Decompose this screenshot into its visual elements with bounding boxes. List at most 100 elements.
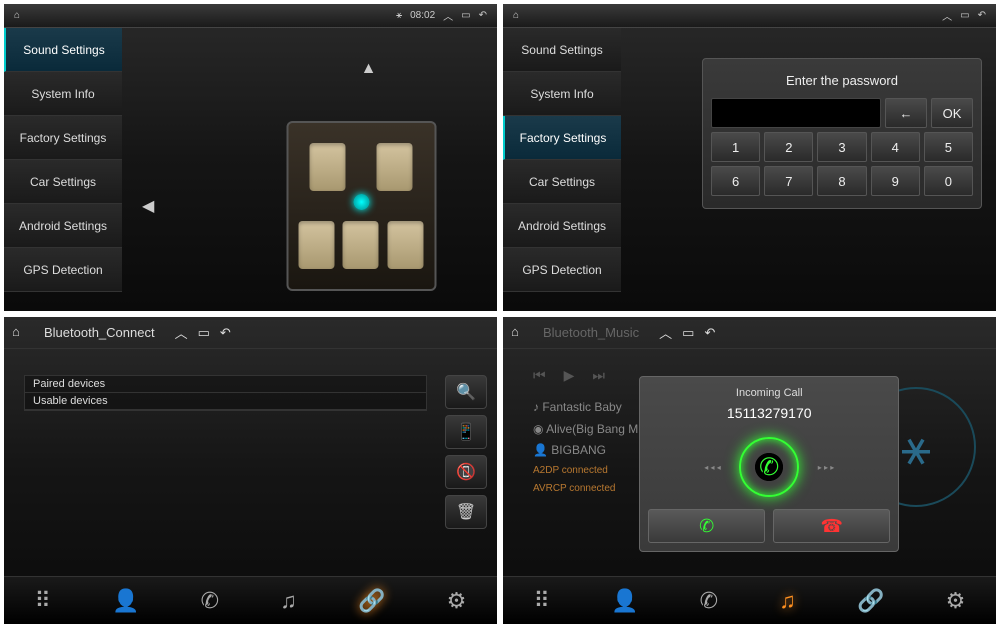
password-input[interactable] [711,98,881,128]
nav-link-icon[interactable]: 🔗 [358,588,385,614]
incoming-call-dialog: Incoming Call 15113279170 ✆ ◂ ◂ ◂▸ ▸ ▸ ✆… [639,376,899,552]
phone-disconnect-icon: 📵 [456,462,476,482]
device-list: Paired devices Usable devices [24,375,427,411]
nav-link-icon[interactable]: 🔗 [857,588,884,614]
bluetooth-icon: ⚹ [396,10,402,21]
sidebar-item-factory[interactable]: Factory Settings [4,116,122,160]
nav-music-icon[interactable]: ♫ [280,588,297,614]
accept-call-button[interactable]: ✆ [648,509,765,543]
car-interior[interactable] [286,121,436,291]
balance-point-icon[interactable] [353,194,369,210]
delete-button[interactable]: 🗑 [445,495,487,529]
key-0[interactable]: 0 [924,166,973,196]
nav-settings-icon[interactable]: ⚙ [447,588,467,614]
key-9[interactable]: 9 [871,166,920,196]
search-button[interactable]: 🔍 [445,375,487,409]
bt-header: ⌂ Bluetooth_Music ︿ ▭ ↶ [503,317,996,349]
nav-contacts-icon[interactable]: 👤 [112,588,139,614]
sidebar-item-system[interactable]: System Info [503,72,621,116]
bottom-nav: ⠿ 👤 ✆ ♫ 🔗 ⚙ [4,576,497,624]
panel-bluetooth-music: ⌂ Bluetooth_Music ︿ ▭ ↶ ⏮ ▶ ⏭ ♪ Fantasti… [503,317,996,624]
usable-devices-header[interactable]: Usable devices [25,393,426,410]
page-title: Bluetooth_Music [543,325,639,340]
key-5[interactable]: 5 [924,132,973,162]
back-icon[interactable]: ↶ [479,10,487,21]
key-6[interactable]: 6 [711,166,760,196]
sidebar-item-android[interactable]: Android Settings [4,204,122,248]
reject-call-button[interactable]: ☎ [773,509,890,543]
key-8[interactable]: 8 [817,166,866,196]
fader-balance-area: ▲ ▼ ◀ ▶ ┇┇┇ Default [122,52,497,311]
up-caret-icon[interactable]: ︿ [443,8,453,23]
back-icon[interactable]: ↶ [704,325,715,341]
password-area: Enter the password ← OK 1 2 3 4 5 6 7 8 … [621,28,996,311]
backspace-button[interactable]: ← [885,98,927,128]
password-dialog: Enter the password ← OK 1 2 3 4 5 6 7 8 … [702,58,982,209]
panel-factory-password: ⌂ ︿ ▭ ↶ Sound Settings System Info Facto… [503,4,996,311]
prev-track-icon[interactable]: ⏮ [533,367,546,384]
dialog-title: Enter the password [711,67,973,98]
nav-settings-icon[interactable]: ⚙ [946,588,966,614]
sidebar-item-sound[interactable]: Sound Settings [503,28,621,72]
nav-dialpad-icon[interactable]: ⠿ [35,588,51,614]
play-icon[interactable]: ▶ [564,367,575,384]
status-bar: ⌂ ︿ ▭ ↶ [503,4,996,28]
key-2[interactable]: 2 [764,132,813,162]
caller-number: 15113279170 [648,401,890,431]
nav-calls-icon[interactable]: ✆ [700,588,718,614]
sidebar-item-car[interactable]: Car Settings [4,160,122,204]
search-icon: 🔍 [456,382,476,402]
disconnect-button[interactable]: 📵 [445,455,487,489]
phone-reject-icon: ☎ [821,516,843,537]
settings-sidebar: Sound Settings System Info Factory Setti… [503,28,621,311]
call-ring-icon: ✆ ◂ ◂ ◂▸ ▸ ▸ [739,437,799,497]
key-7[interactable]: 7 [764,166,813,196]
nav-calls-icon[interactable]: ✆ [201,588,219,614]
sidebar-item-system[interactable]: System Info [4,72,122,116]
key-1[interactable]: 1 [711,132,760,162]
key-3[interactable]: 3 [817,132,866,162]
paired-devices-header[interactable]: Paired devices [25,376,426,393]
nav-music-icon[interactable]: ♫ [779,588,796,614]
menu-icon[interactable]: ▭ [198,325,210,341]
arrow-left[interactable]: ◀ [142,196,154,216]
nav-dialpad-icon[interactable]: ⠿ [534,588,550,614]
phone-accept-icon: ✆ [699,516,714,537]
media-controls: ⏮ ▶ ⏭ [533,367,605,384]
menu-icon[interactable]: ▭ [461,10,470,21]
sidebar-item-gps[interactable]: GPS Detection [503,248,621,292]
sidebar-item-gps[interactable]: GPS Detection [4,248,122,292]
home-icon[interactable]: ⌂ [511,324,533,342]
home-icon[interactable]: ⌂ [14,10,20,21]
status-bar: ⌂ ⚹ 08:02 ︿ ▭ ↶ [4,4,497,28]
bt-header: ⌂ Bluetooth_Connect ︿ ▭ ↶ [4,317,497,349]
sidebar-item-car[interactable]: Car Settings [503,160,621,204]
clock: 08:02 [410,10,435,21]
trash-icon: 🗑 [456,502,476,522]
call-label: Incoming Call [648,385,890,401]
home-icon[interactable]: ⌂ [513,10,519,21]
next-track-icon[interactable]: ⏭ [592,367,605,384]
sidebar-item-android[interactable]: Android Settings [503,204,621,248]
sidebar-item-factory[interactable]: Factory Settings [503,116,621,160]
up-caret-icon[interactable]: ︿ [175,323,188,342]
phone-connect-icon: 📱 [456,422,476,442]
bottom-nav: ⠿ 👤 ✆ ♫ 🔗 ⚙ [503,576,996,624]
connect-button[interactable]: 📱 [445,415,487,449]
up-caret-icon[interactable]: ︿ [659,323,672,342]
up-caret-icon[interactable]: ︿ [942,8,952,23]
settings-sidebar: Sound Settings System Info Factory Setti… [4,28,122,311]
action-buttons: 🔍 📱 📵 🗑 [445,375,487,529]
arrow-up[interactable]: ▲ [361,60,377,78]
page-title: Bluetooth_Connect [44,325,155,340]
home-icon[interactable]: ⌂ [12,324,34,342]
key-4[interactable]: 4 [871,132,920,162]
back-icon[interactable]: ↶ [978,10,986,21]
menu-icon[interactable]: ▭ [682,325,694,341]
sidebar-item-sound[interactable]: Sound Settings [4,28,122,72]
nav-contacts-icon[interactable]: 👤 [611,588,638,614]
panel-sound-settings: ⌂ ⚹ 08:02 ︿ ▭ ↶ Sound Settings System In… [4,4,497,311]
ok-button[interactable]: OK [931,98,973,128]
back-icon[interactable]: ↶ [220,325,231,341]
menu-icon[interactable]: ▭ [960,10,969,21]
